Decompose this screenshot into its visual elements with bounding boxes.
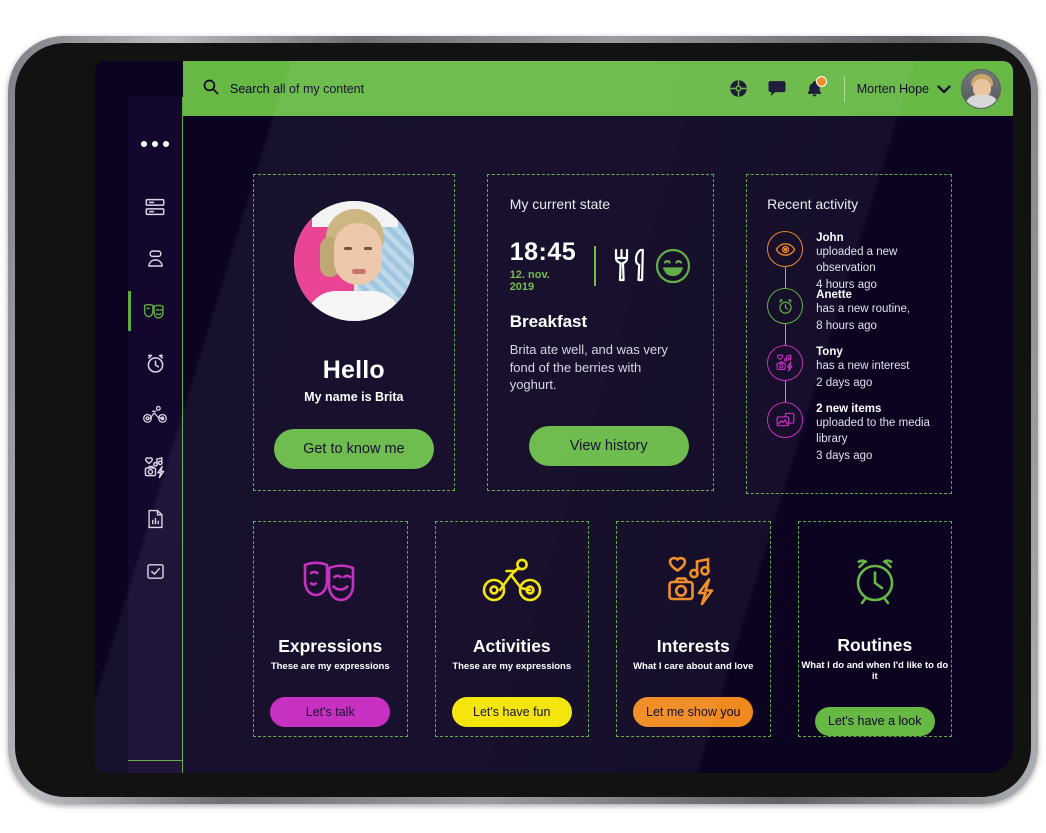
lets-have-a-look-button[interactable]: Let's have a look: [814, 706, 935, 736]
activity-what: uploaded a new observation: [816, 246, 898, 274]
tile-subtitle: These are my expressions: [452, 661, 572, 672]
bell-icon[interactable]: [796, 70, 834, 108]
greeting-title: Hello: [322, 356, 385, 384]
eye-icon: [767, 231, 804, 267]
view-history-button[interactable]: View history: [528, 426, 689, 466]
tile-activities[interactable]: Activities These are my expressions Let'…: [434, 521, 589, 737]
divider: [594, 245, 597, 286]
sidebar-item-interests[interactable]: [128, 441, 182, 493]
activity-who: 2 new items: [816, 403, 882, 415]
current-date: 12. nov. 2019: [509, 269, 550, 293]
timeline-connector: [784, 267, 787, 288]
activity-when: 8 hours ago: [816, 319, 877, 332]
search-bar[interactable]: [202, 78, 720, 100]
tablet-device-frame: Morten Hope: [8, 36, 1038, 804]
activity-who: John: [816, 232, 844, 244]
lets-talk-button[interactable]: Let's talk: [270, 697, 391, 727]
sidebar-item-dashboard[interactable]: [128, 181, 182, 233]
tile-expressions[interactable]: Expressions These are my expressions Let…: [253, 521, 408, 737]
top-bar-actions: Morten Hope: [720, 68, 1001, 109]
list-item[interactable]: Tony has a new interest 2 days ago: [767, 345, 935, 402]
lets-have-fun-button[interactable]: Let's have fun: [451, 697, 572, 727]
notification-badge: [815, 75, 827, 87]
recent-activity-card: Recent activity John uploaded a new obse…: [746, 174, 952, 494]
category-tiles-row: Expressions These are my expressions Let…: [253, 521, 952, 737]
timeline-connector: [784, 381, 787, 402]
activity-who: Anette: [816, 289, 852, 301]
bicycle-icon: [481, 552, 543, 610]
top-bar: Morten Hope: [183, 61, 1013, 116]
search-input[interactable]: [230, 81, 630, 96]
list-item[interactable]: 2 new items uploaded to the media librar…: [767, 402, 935, 462]
user-name-label: Morten Hope: [856, 81, 929, 96]
interests-icon: [664, 552, 722, 610]
fork-knife-icon: [612, 247, 646, 285]
recent-activity-title: Recent activity: [767, 196, 859, 212]
sidebar-divider: [128, 759, 182, 761]
happy-face-icon: [655, 248, 691, 284]
more-options-icon[interactable]: [128, 141, 182, 147]
sidebar-item-tasks[interactable]: [128, 545, 182, 597]
sidebar-item-routines[interactable]: [128, 337, 182, 389]
alarm-clock-icon: [848, 552, 902, 609]
sidebar-item-expressions[interactable]: [128, 285, 182, 337]
activity-what: uploaded to the media library: [816, 417, 930, 445]
activity-when: 3 days ago: [816, 449, 873, 462]
timeline-connector: [784, 324, 787, 345]
tile-interests[interactable]: Interests What I care about and love Let…: [616, 521, 771, 737]
meal-description: Brita ate well, and was very fond of the…: [509, 342, 668, 393]
current-state-title: My current state: [509, 196, 611, 212]
sidebar: [128, 97, 183, 773]
sidebar-nav: [128, 181, 182, 597]
page-body: Hello My name is Brita Get to know me My…: [183, 116, 1013, 773]
apps-grid-icon[interactable]: [720, 70, 758, 108]
divider: [843, 75, 845, 102]
alarm-clock-icon: [767, 288, 804, 324]
avatar[interactable]: [961, 68, 1001, 109]
activity-when: 2 days ago: [816, 376, 873, 389]
tile-subtitle: These are my expressions: [270, 661, 390, 672]
sidebar-item-profile[interactable]: [128, 233, 182, 285]
tile-title: Interests: [656, 636, 730, 656]
media-library-icon: [767, 402, 804, 438]
tile-subtitle: What I care about and love: [633, 661, 754, 672]
sidebar-item-activities[interactable]: [128, 389, 182, 441]
greeting-subtitle: My name is Brita: [304, 390, 404, 404]
tile-routines[interactable]: Routines What I do and when I'd like to …: [797, 521, 952, 737]
activity-what: has a new interest: [816, 360, 910, 372]
let-me-show-you-button[interactable]: Let me show you: [633, 697, 754, 727]
tablet-bezel: Morten Hope: [15, 43, 1031, 797]
chevron-down-icon[interactable]: [937, 84, 951, 94]
brita-portrait: [293, 201, 414, 321]
search-icon: [202, 78, 219, 100]
list-item[interactable]: Anette has a new routine, 8 hours ago: [767, 288, 935, 345]
get-to-know-me-button[interactable]: Get to know me: [273, 429, 434, 469]
sidebar-item-reports[interactable]: [128, 493, 182, 545]
tile-title: Activities: [472, 636, 551, 656]
tile-title: Routines: [837, 634, 913, 655]
dashboard-content: Hello My name is Brita Get to know me My…: [183, 116, 1013, 773]
top-card-row: Hello My name is Brita Get to know me My…: [253, 174, 952, 494]
chat-bubble-icon[interactable]: [758, 70, 796, 108]
tile-title: Expressions: [278, 636, 383, 656]
interests-icon: [767, 345, 804, 381]
theater-masks-icon: [299, 552, 361, 610]
list-item[interactable]: John uploaded a new observation 4 hours …: [767, 231, 935, 291]
activity-list: John uploaded a new observation 4 hours …: [767, 231, 935, 462]
current-state-card: My current state 18:45 12. nov. 2019 Bre…: [486, 174, 715, 491]
activity-what: has a new routine,: [816, 303, 911, 315]
activity-who: Tony: [816, 346, 843, 358]
profile-card: Hello My name is Brita Get to know me: [253, 174, 455, 491]
tablet-screen: Morten Hope: [95, 61, 1013, 773]
tile-subtitle: What I do and when I'd like to do it: [801, 659, 949, 682]
meal-heading: Breakfast: [509, 312, 588, 331]
current-time: 18:45: [509, 238, 577, 266]
